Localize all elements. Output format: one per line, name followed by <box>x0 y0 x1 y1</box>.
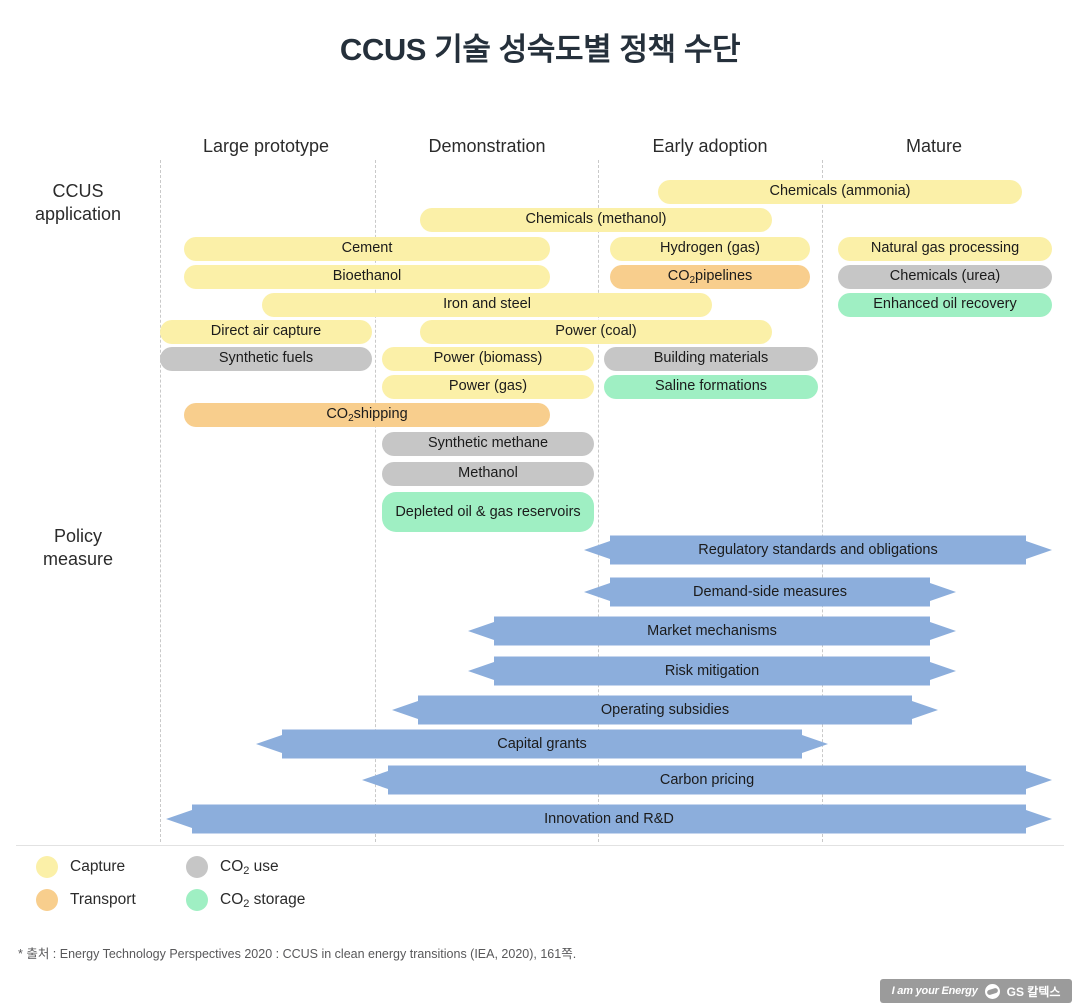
legend-swatch-co2-use <box>186 856 208 878</box>
legend-item-transport: Transport <box>36 889 136 911</box>
gridline-1 <box>160 160 161 842</box>
application-bar[interactable]: Depleted oil & gas reservoirs <box>382 492 594 532</box>
legend-swatch-capture <box>36 856 58 878</box>
application-bar[interactable]: Natural gas processing <box>838 237 1052 261</box>
brand-badge: I am your Energy GS 칼텍스 <box>880 979 1072 1003</box>
application-bar[interactable]: CO 2 shipping <box>184 403 550 427</box>
application-bar[interactable]: Synthetic fuels <box>160 347 372 371</box>
legend-item-capture: Capture <box>36 856 125 878</box>
chart-plot-area: Large prototype Demonstration Early adopti… <box>0 0 1080 1007</box>
policy-arrow[interactable]: Carbon pricing <box>362 760 1052 800</box>
row-label-policy-measure: Policy measure <box>42 526 114 569</box>
legend-label-transport: Transport <box>70 891 136 908</box>
application-bar[interactable]: Power (coal) <box>420 320 772 344</box>
policy-arrow[interactable]: Innovation and R&D <box>166 799 1052 839</box>
legend-label-co2-use: CO2 use <box>220 858 279 877</box>
column-header-demonstration: Demonstration <box>428 136 546 156</box>
infographic-page: CCUS 기술 성숙도별 정책 수단 Large prototype Demons… <box>0 0 1080 1007</box>
source-footnote: * 출처 : Energy Technology Perspectives 20… <box>18 947 577 961</box>
application-bar[interactable]: CO 2 pipelines <box>610 265 810 289</box>
application-bar[interactable]: Methanol <box>382 462 594 486</box>
application-bar[interactable]: Building materials <box>604 347 818 371</box>
application-bar[interactable]: Direct air capture <box>160 320 372 344</box>
row-label-ccus-application: CCUS application <box>34 181 122 224</box>
legend-divider <box>16 845 1064 846</box>
application-bar[interactable]: Saline formations <box>604 375 818 399</box>
application-bar[interactable]: Bioethanol <box>184 265 550 289</box>
column-header-mature: Mature <box>905 136 963 156</box>
application-bar[interactable]: Chemicals (urea) <box>838 265 1052 289</box>
application-bar[interactable]: Iron and steel <box>262 293 712 317</box>
legend-item-co2-use: CO2 use <box>186 856 279 878</box>
application-bar[interactable]: Power (biomass) <box>382 347 594 371</box>
policy-arrow[interactable]: Capital grants <box>256 724 828 764</box>
policy-arrow[interactable]: Regulatory standards and obligations <box>584 530 1052 570</box>
policy-arrow[interactable]: Market mechanisms <box>468 611 956 651</box>
column-header-early-adoption: Early adoption <box>652 136 768 156</box>
legend-swatch-transport <box>36 889 58 911</box>
policy-arrow[interactable]: Demand-side measures <box>584 572 956 612</box>
badge-slogan: I am your Energy <box>891 985 978 997</box>
application-bar[interactable]: Enhanced oil recovery <box>838 293 1052 317</box>
policy-arrow[interactable]: Risk mitigation <box>468 651 956 691</box>
application-bar[interactable]: Hydrogen (gas) <box>610 237 810 261</box>
gs-logo-icon <box>984 983 1000 999</box>
legend-item-co2-storage: CO2 storage <box>186 889 305 911</box>
application-bar[interactable]: Chemicals (methanol) <box>420 208 772 232</box>
legend-label-capture: Capture <box>70 858 126 875</box>
legend-label-co2-storage: CO2 storage <box>220 891 306 910</box>
legend-swatch-co2-storage <box>186 889 208 911</box>
badge-brand: GS 칼텍스 <box>1006 984 1061 999</box>
application-bar[interactable]: Power (gas) <box>382 375 594 399</box>
column-header-large-prototype: Large prototype <box>202 136 330 156</box>
application-bar[interactable]: Synthetic methane <box>382 432 594 456</box>
application-bar[interactable]: Chemicals (ammonia) <box>658 180 1022 204</box>
application-bar[interactable]: Cement <box>184 237 550 261</box>
